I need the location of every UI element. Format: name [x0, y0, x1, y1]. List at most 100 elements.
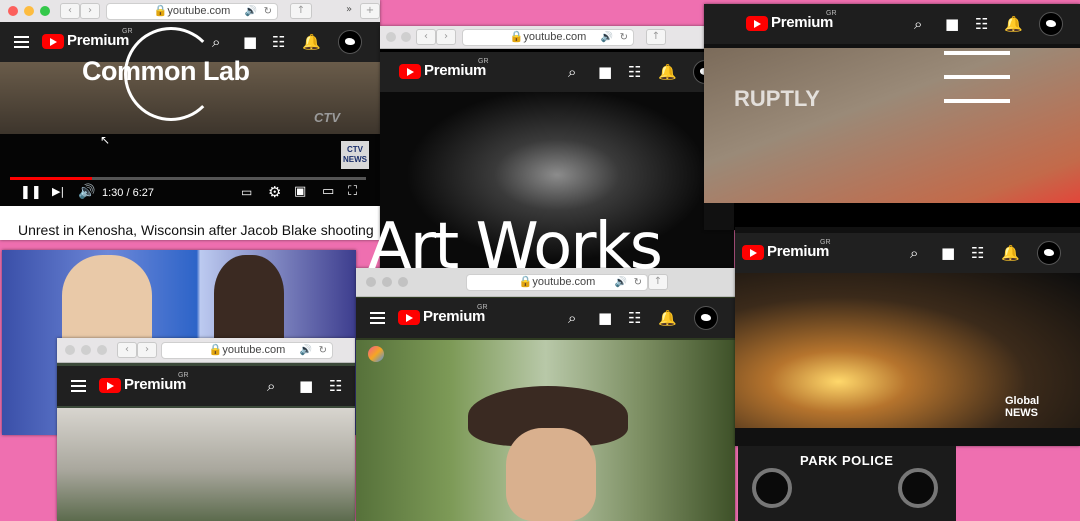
riot-video-frame[interactable] — [704, 48, 1080, 203]
apps-grid-icon[interactable]: ☷ — [272, 33, 285, 51]
forward-button[interactable]: › — [80, 3, 100, 19]
bell-icon[interactable]: 🔔 — [1001, 244, 1020, 262]
channel-watermark: CTV — [314, 110, 340, 125]
building-video-frame[interactable] — [57, 408, 355, 521]
apps-grid-icon[interactable]: ☷ — [975, 15, 988, 33]
youtube-logo-icon[interactable] — [42, 34, 64, 49]
close-window-icon[interactable] — [386, 32, 396, 42]
avatar-icon[interactable] — [694, 306, 718, 330]
bell-icon[interactable]: 🔔 — [302, 33, 321, 51]
url-text: youtube.com — [222, 344, 286, 356]
back-button[interactable]: ‹ — [117, 342, 137, 358]
search-icon[interactable]: ⌕ — [914, 15, 922, 33]
youtube-header: Premium GR ⌕ ■ ☷ 🔔 — [356, 298, 735, 338]
minimize-window-icon[interactable] — [401, 32, 411, 42]
apps-grid-icon[interactable]: ☷ — [628, 63, 641, 81]
youtube-logo-icon[interactable] — [99, 378, 121, 393]
fullscreen-icon[interactable]: ⛶ — [348, 184, 357, 199]
reload-icon[interactable]: ↻ — [620, 30, 628, 45]
url-text: youtube.com — [167, 5, 231, 17]
bell-icon[interactable]: 🔔 — [658, 63, 677, 81]
apps-grid-icon[interactable]: ☷ — [329, 377, 342, 395]
caption-bar: Unrest in Kenosha, Wisconsin after Jacob… — [0, 206, 380, 240]
common-lab-text: Common Lab — [82, 56, 250, 86]
video-camera-icon[interactable]: ■ — [945, 15, 959, 33]
video-camera-icon[interactable]: ■ — [598, 63, 612, 81]
maximize-window-icon[interactable] — [40, 6, 50, 16]
news-badge: CTV NEWS — [341, 141, 369, 169]
video-camera-icon[interactable]: ■ — [598, 309, 612, 327]
car-wheel-right — [898, 468, 938, 508]
new-tab-button[interactable]: + — [360, 3, 380, 19]
theater-icon[interactable]: ▭ — [322, 184, 334, 199]
tabs-overflow-button[interactable]: » — [340, 3, 358, 17]
address-bar[interactable]: 🔒youtube.com 🔊 ↻ — [462, 29, 634, 46]
address-bar[interactable]: 🔒youtube.com 🔊 ↻ — [106, 3, 278, 20]
miniplayer-icon[interactable]: ▣ — [294, 184, 306, 199]
region-label: GR — [477, 304, 488, 311]
reload-icon[interactable]: ↻ — [319, 343, 327, 358]
youtube-logo-icon[interactable] — [399, 64, 421, 79]
audio-icon[interactable]: 🔊 — [601, 30, 613, 45]
back-button[interactable]: ‹ — [416, 29, 436, 45]
region-label: GR — [178, 372, 189, 379]
maximize-window-icon[interactable] — [97, 345, 107, 355]
youtube-logo-icon[interactable] — [398, 310, 420, 325]
close-window-icon[interactable] — [8, 6, 18, 16]
youtube-header: Premium GR ⌕ ■ ☷ 🔔 — [704, 4, 1080, 44]
reload-icon[interactable]: ↻ — [264, 4, 272, 19]
forward-button[interactable]: › — [137, 342, 157, 358]
video-title[interactable]: Unrest in Kenosha, Wisconsin after Jacob… — [18, 222, 374, 238]
anchor-left-image — [62, 255, 152, 345]
forward-button[interactable]: › — [436, 29, 456, 45]
menu-icon[interactable] — [14, 36, 29, 38]
video-camera-icon[interactable]: ■ — [299, 377, 313, 395]
player-controls: ❚❚ ▶| 🔊 1:30 / 6:27 ▭ ⚙ ▣ ▭ ⛶ — [0, 182, 380, 206]
next-icon[interactable]: ▶| — [52, 185, 64, 198]
youtube-logo-icon[interactable] — [746, 16, 768, 31]
video-bottom-bar — [734, 203, 1080, 230]
youtube-header: Premium GR ⌕ ■ ☷ 🔔 — [735, 233, 1080, 273]
person-face-image — [506, 428, 596, 521]
url-text: youtube.com — [523, 31, 587, 43]
menu-icon[interactable] — [370, 312, 385, 314]
back-button[interactable]: ‹ — [60, 3, 80, 19]
share-button[interactable]: ↑ — [290, 3, 312, 19]
audio-icon[interactable]: 🔊 — [245, 4, 257, 19]
window-night-traffic: Premium GR ⌕ ■ ☷ 🔔 Global NEWS — [735, 227, 1080, 446]
search-icon[interactable]: ⌕ — [568, 63, 576, 81]
search-icon[interactable]: ⌕ — [910, 244, 918, 262]
search-icon[interactable]: ⌕ — [267, 377, 275, 395]
park-police-car-image: PARK POLICE — [738, 446, 956, 521]
play-pause-icon[interactable]: ❚❚ — [20, 185, 42, 200]
avatar-icon[interactable] — [1037, 241, 1061, 265]
address-bar[interactable]: 🔒youtube.com 🔊 ↻ — [161, 342, 333, 359]
time-display: 1:30 / 6:27 — [102, 187, 154, 199]
ruptly-watermark: RUPTLY — [734, 86, 820, 111]
youtube-premium-label: Premium — [124, 376, 187, 393]
search-icon[interactable]: ⌕ — [568, 309, 576, 327]
audio-icon[interactable]: 🔊 — [300, 343, 312, 358]
bell-icon[interactable]: 🔔 — [658, 309, 677, 327]
region-label: GR — [826, 10, 837, 17]
minimize-window-icon[interactable] — [81, 345, 91, 355]
progress-bar[interactable] — [10, 177, 366, 180]
settings-icon[interactable]: ⚙ — [268, 183, 281, 201]
minimize-window-icon[interactable] — [24, 6, 34, 16]
avatar-icon[interactable] — [1039, 12, 1063, 36]
apps-grid-icon[interactable]: ☷ — [628, 309, 641, 327]
apps-grid-icon[interactable]: ☷ — [971, 244, 984, 262]
share-button[interactable]: ↑ — [646, 29, 666, 45]
art-works-title: Art Works — [368, 210, 663, 284]
subtitles-icon[interactable]: ▭ — [241, 185, 252, 199]
avatar-icon[interactable] — [338, 30, 362, 54]
video-camera-icon[interactable]: ■ — [941, 244, 955, 262]
common-lab-logo: Common Lab — [82, 24, 262, 124]
youtube-premium-label: Premium — [424, 62, 487, 79]
youtube-logo-icon[interactable] — [742, 245, 764, 260]
bell-icon[interactable]: 🔔 — [1004, 15, 1023, 33]
close-window-icon[interactable] — [65, 345, 75, 355]
volume-icon[interactable]: 🔊 — [78, 184, 95, 200]
youtube-premium-label: Premium — [771, 14, 834, 31]
menu-icon[interactable] — [71, 380, 86, 382]
